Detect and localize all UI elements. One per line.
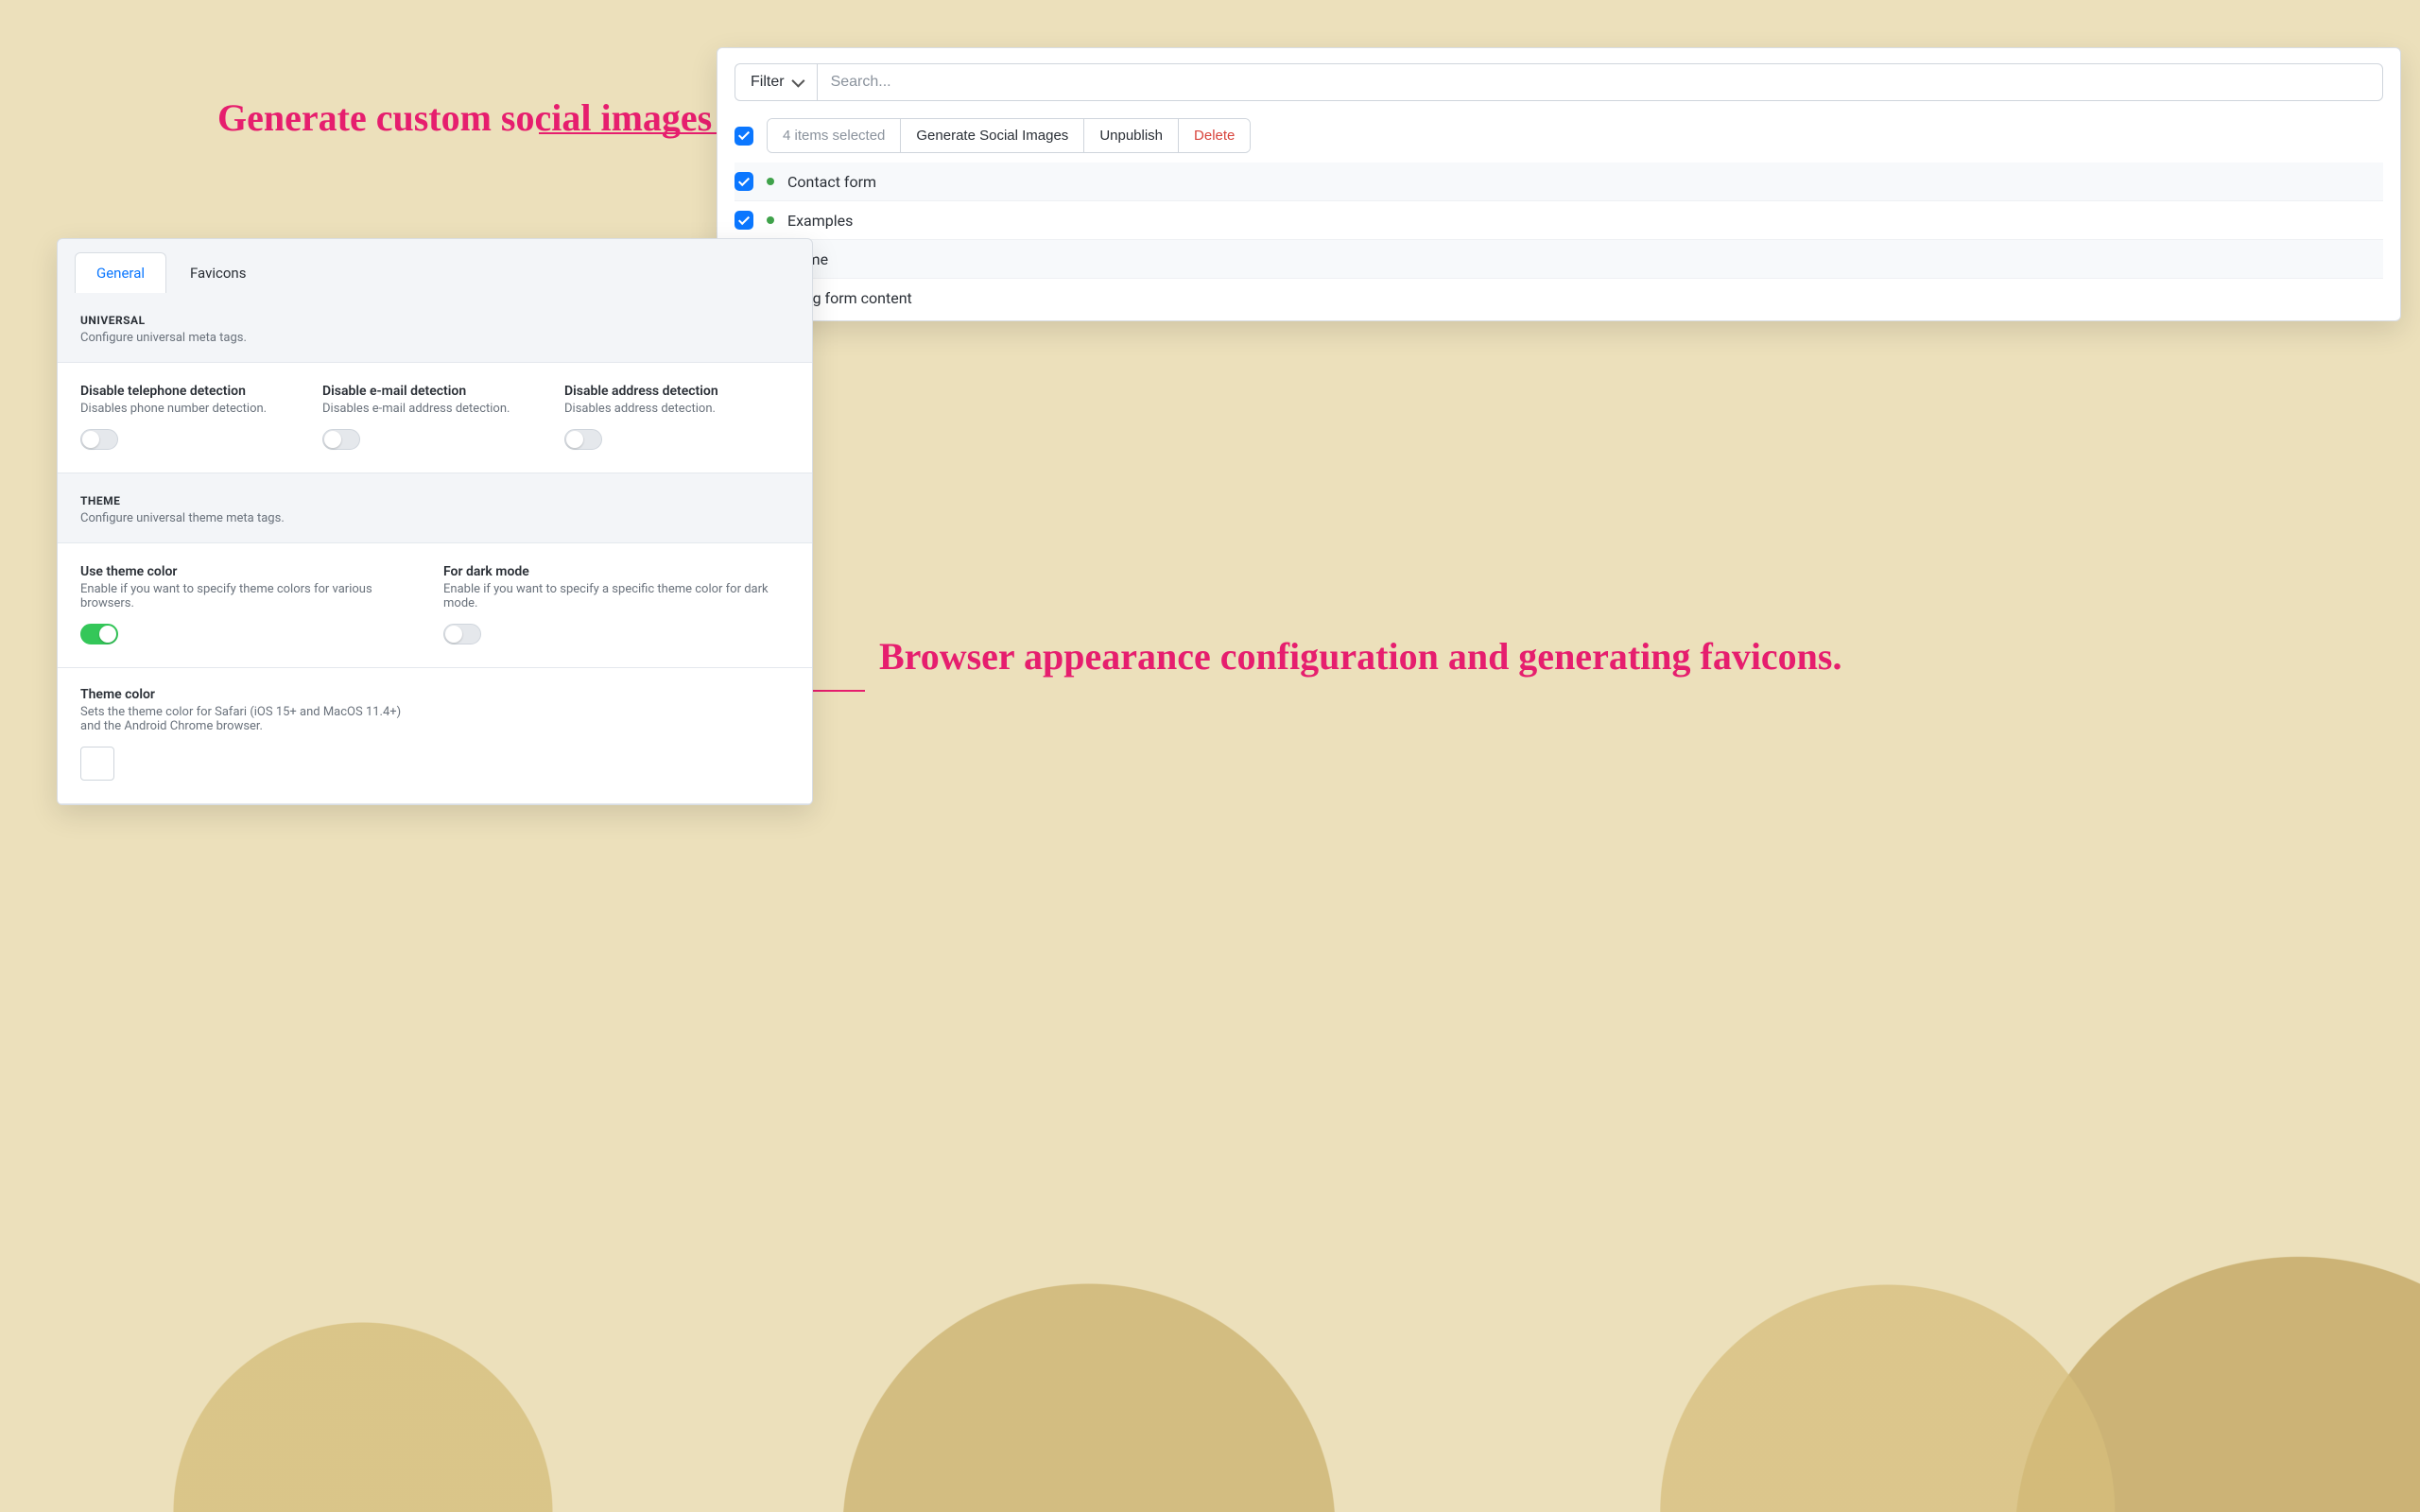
background-mountains bbox=[0, 1153, 2420, 1512]
field-desc: Sets the theme color for Safari (iOS 15+… bbox=[80, 705, 402, 733]
disable-email-field: Disable e-mail detection Disables e-mail… bbox=[322, 384, 547, 450]
chevron-down-icon bbox=[791, 75, 804, 88]
field-desc: Disables address detection. bbox=[564, 402, 789, 416]
filter-button[interactable]: Filter bbox=[735, 63, 817, 101]
tab-general[interactable]: General bbox=[75, 252, 166, 293]
disable-address-toggle[interactable] bbox=[564, 429, 602, 450]
item-title: Contact form bbox=[787, 173, 876, 191]
generate-social-images-button[interactable]: Generate Social Images bbox=[901, 119, 1084, 152]
theme-color-field-block: Theme color Sets the theme color for Saf… bbox=[58, 668, 812, 804]
theme-toggle-fields: Use theme color Enable if you want to sp… bbox=[58, 542, 812, 668]
disable-address-field: Disable address detection Disables addre… bbox=[564, 384, 789, 450]
field-desc: Disables phone number detection. bbox=[80, 402, 305, 416]
row-checkbox[interactable] bbox=[735, 172, 753, 191]
list-item[interactable]: Contact form bbox=[735, 163, 2383, 200]
search-input[interactable] bbox=[817, 63, 2383, 101]
list-item[interactable]: Examples bbox=[735, 200, 2383, 239]
bulk-action-row: 4 items selected Generate Social Images … bbox=[735, 118, 2383, 153]
section-title: THEME bbox=[80, 494, 789, 507]
annotation-top: Generate custom social images bbox=[217, 94, 712, 142]
settings-card: General Favicons UNIVERSAL Configure uni… bbox=[57, 238, 813, 805]
section-desc: Configure universal theme meta tags. bbox=[80, 511, 789, 525]
tab-favicons[interactable]: Favicons bbox=[168, 252, 268, 293]
selected-count: 4 items selected bbox=[768, 119, 901, 152]
theme-color-swatch[interactable] bbox=[80, 747, 114, 781]
disable-email-toggle[interactable] bbox=[322, 429, 360, 450]
filter-label: Filter bbox=[751, 74, 785, 91]
filter-search-row: Filter bbox=[735, 63, 2383, 101]
dark-mode-field: For dark mode Enable if you want to spec… bbox=[443, 564, 789, 644]
list-item[interactable]: Long form content bbox=[735, 278, 2383, 317]
section-desc: Configure universal meta tags. bbox=[80, 331, 789, 345]
bulk-action-buttons: 4 items selected Generate Social Images … bbox=[767, 118, 1251, 153]
field-desc: Enable if you want to specify a specific… bbox=[443, 582, 789, 610]
universal-section-header: UNIVERSAL Configure universal meta tags. bbox=[58, 293, 812, 362]
annotation-bottom: Browser appearance configuration and gen… bbox=[879, 633, 1842, 680]
select-all-checkbox[interactable] bbox=[735, 127, 753, 146]
unpublish-button[interactable]: Unpublish bbox=[1084, 119, 1179, 152]
settings-tabs: General Favicons bbox=[58, 239, 812, 293]
checkmark-icon bbox=[738, 129, 750, 140]
row-checkbox[interactable] bbox=[735, 211, 753, 230]
checkmark-icon bbox=[738, 175, 750, 186]
theme-color-field: Theme color Sets the theme color for Saf… bbox=[80, 687, 402, 781]
disable-telephone-toggle[interactable] bbox=[80, 429, 118, 450]
field-title: Disable telephone detection bbox=[80, 384, 305, 399]
field-title: Disable e-mail detection bbox=[322, 384, 547, 399]
field-title: Disable address detection bbox=[564, 384, 789, 399]
field-title: For dark mode bbox=[443, 564, 789, 579]
field-title: Theme color bbox=[80, 687, 402, 702]
field-title: Use theme color bbox=[80, 564, 426, 579]
theme-section-header: THEME Configure universal theme meta tag… bbox=[58, 473, 812, 542]
status-dot-icon bbox=[767, 178, 774, 185]
dark-mode-toggle[interactable] bbox=[443, 624, 481, 644]
list-item[interactable]: Home bbox=[735, 239, 2383, 278]
content-listing-panel: Filter 4 items selected Generate Social … bbox=[717, 47, 2401, 321]
item-title: Examples bbox=[787, 212, 853, 230]
use-theme-color-toggle[interactable] bbox=[80, 624, 118, 644]
use-theme-color-field: Use theme color Enable if you want to sp… bbox=[80, 564, 426, 644]
disable-telephone-field: Disable telephone detection Disables pho… bbox=[80, 384, 305, 450]
delete-button[interactable]: Delete bbox=[1179, 119, 1250, 152]
checkmark-icon bbox=[738, 214, 750, 225]
field-desc: Disables e-mail address detection. bbox=[322, 402, 547, 416]
section-title: UNIVERSAL bbox=[80, 314, 789, 327]
field-desc: Enable if you want to specify theme colo… bbox=[80, 582, 426, 610]
universal-fields: Disable telephone detection Disables pho… bbox=[58, 362, 812, 473]
status-dot-icon bbox=[767, 216, 774, 224]
